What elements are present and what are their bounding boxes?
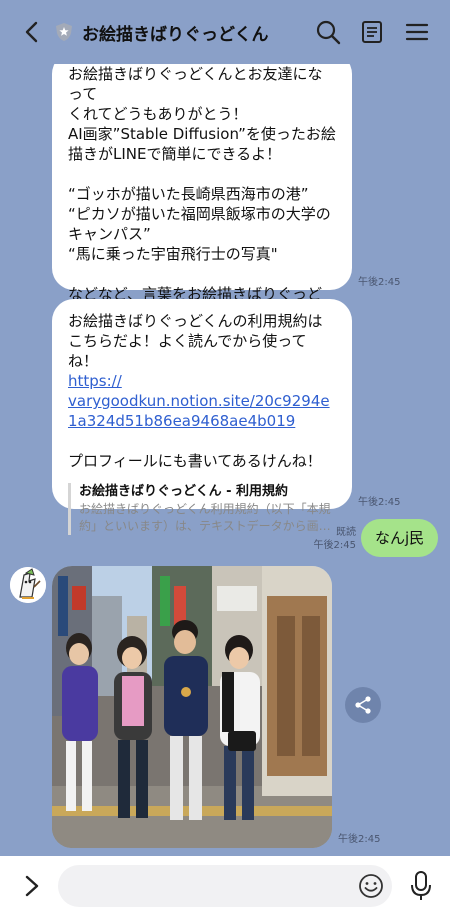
link-preview-title: お絵描きばりぐっどくん - 利用規約 <box>79 484 289 499</box>
terms-message-text: お絵描きばりぐっどくんの利用規約はこちらだよ！よく読んでから使ってね！ <box>68 312 323 370</box>
terms-message-bubble[interactable]: お絵描きばりぐっどくんの利用規約はこちらだよ！よく読んでから使ってね！ http… <box>52 299 352 535</box>
search-icon[interactable] <box>314 18 342 46</box>
message-composer <box>0 856 450 916</box>
share-icon <box>355 696 371 714</box>
image-message[interactable] <box>52 566 332 848</box>
microphone-icon[interactable] <box>407 870 435 902</box>
notes-icon[interactable] <box>358 18 386 46</box>
my-message-text: なんj民 <box>375 529 425 547</box>
emoji-icon[interactable] <box>357 872 385 900</box>
chat-header: お絵描きばりぐっどくん <box>0 0 450 64</box>
terms-message-footer: プロフィールにも書いてあるけんね！ <box>68 452 322 470</box>
menu-icon[interactable] <box>403 18 431 46</box>
message-timestamp: 午後2:45 <box>358 277 401 288</box>
message-timestamp: 午後2:45 <box>313 540 356 551</box>
read-label: 既読 <box>336 527 356 538</box>
message-timestamp: 午後2:45 <box>338 834 381 845</box>
bot-avatar[interactable] <box>10 567 46 603</box>
link-preview-card[interactable]: お絵描きばりぐっどくん - 利用規約 お絵描きばりぐっどくん利用規約（以下「本規… <box>68 483 336 535</box>
my-message-bubble[interactable]: なんj民 <box>361 519 439 557</box>
mascot-avatar-icon <box>10 567 46 603</box>
message-timestamp: 午後2:45 <box>358 497 401 508</box>
terms-link[interactable]: https:// varygoodkun.notion.site/20c9294… <box>68 371 336 431</box>
message-input[interactable] <box>58 865 392 907</box>
link-preview-description: お絵描きばりぐっどくん利用規約（以下「本規約」といいます）は、テキストデータから… <box>79 502 331 533</box>
verified-shield-icon <box>56 23 72 41</box>
chevron-right-icon[interactable] <box>18 872 46 900</box>
bot-message-text: お絵描きばりぐっどくんとお友達になって くれてどうもありがとう！ AI画家”St… <box>68 65 336 323</box>
bot-message-bubble[interactable]: お絵描きばりぐっどくんとお友達になって くれてどうもありがとう！ AI画家”St… <box>52 64 352 323</box>
read-receipt: 既読 午後2:45 <box>312 526 356 552</box>
chat-message-list[interactable]: お絵描きばりぐっどくんとお友達になって くれてどうもありがとう！ AI画家”St… <box>0 64 450 854</box>
group-photo-image <box>52 566 332 848</box>
share-button[interactable] <box>345 687 381 723</box>
chat-title: お絵描きばりぐっどくん <box>82 25 269 45</box>
back-arrow-icon[interactable] <box>18 18 46 46</box>
